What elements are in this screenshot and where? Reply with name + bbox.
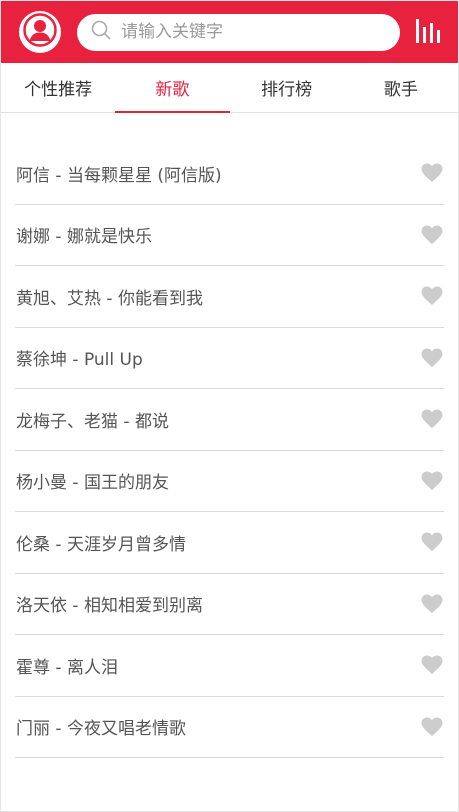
tab-recommend[interactable]: 个性推荐 [1,63,115,112]
search-input[interactable] [121,22,386,42]
avatar[interactable] [19,11,61,53]
heart-icon[interactable] [420,223,444,247]
search-box[interactable] [77,13,400,51]
song-item[interactable]: 霍尊 - 离人泪 [15,635,444,697]
song-item[interactable]: 阿信 - 当每颗星星 (阿信版) [15,143,444,205]
song-title: 杨小曼 - 国王的朋友 [16,473,169,494]
song-item[interactable]: 洛天依 - 相知相爱到别离 [15,574,444,635]
song-title: 霍尊 - 离人泪 [16,657,118,678]
heart-icon[interactable] [420,346,444,370]
tab-ranking[interactable]: 排行榜 [230,63,344,112]
tab-new-songs[interactable]: 新歌 [115,63,230,113]
song-item[interactable]: 蔡徐坤 - Pull Up [15,328,444,389]
song-item[interactable]: 伦桑 - 天涯岁月曾多情 [15,512,444,574]
song-title: 阿信 - 当每颗星星 (阿信版) [16,165,222,186]
heart-icon[interactable] [420,653,444,677]
song-title: 谢娜 - 娜就是快乐 [16,227,152,248]
heart-icon[interactable] [420,284,444,308]
heart-icon[interactable] [420,715,444,739]
song-title: 门丽 - 今夜又唱老情歌 [16,719,186,740]
search-icon [91,20,111,44]
user-icon [23,13,57,51]
song-title: 洛天依 - 相知相爱到别离 [16,596,203,617]
tab-bar: 个性推荐 新歌 排行榜 歌手 [1,63,458,113]
app: 个性推荐 新歌 排行榜 歌手 阿信 - 当每颗星星 (阿信版) 谢娜 - 娜就是快… [0,0,459,812]
song-item[interactable]: 龙梅子、老猫 - 都说 [15,389,444,451]
ranking-button[interactable] [414,17,444,47]
song-title: 龙梅子、老猫 - 都说 [16,411,169,432]
song-list: 阿信 - 当每颗星星 (阿信版) 谢娜 - 娜就是快乐黄旭、艾热 - 你能看到我蔡… [1,113,458,758]
heart-icon[interactable] [420,530,444,554]
song-title: 蔡徐坤 - Pull Up [16,350,143,371]
song-item[interactable]: 杨小曼 - 国王的朋友 [15,451,444,512]
tab-singers[interactable]: 歌手 [344,63,458,112]
top-bar [1,1,458,63]
heart-icon[interactable] [420,407,444,431]
heart-icon[interactable] [420,592,444,616]
heart-icon[interactable] [420,161,444,185]
heart-icon[interactable] [420,469,444,493]
song-item[interactable]: 门丽 - 今夜又唱老情歌 [15,697,444,758]
song-title: 黄旭、艾热 - 你能看到我 [16,288,203,309]
song-item[interactable]: 黄旭、艾热 - 你能看到我 [15,266,444,328]
song-title: 伦桑 - 天涯岁月曾多情 [16,534,186,555]
bar-chart-icon [414,15,444,49]
song-item[interactable]: 谢娜 - 娜就是快乐 [15,205,444,266]
